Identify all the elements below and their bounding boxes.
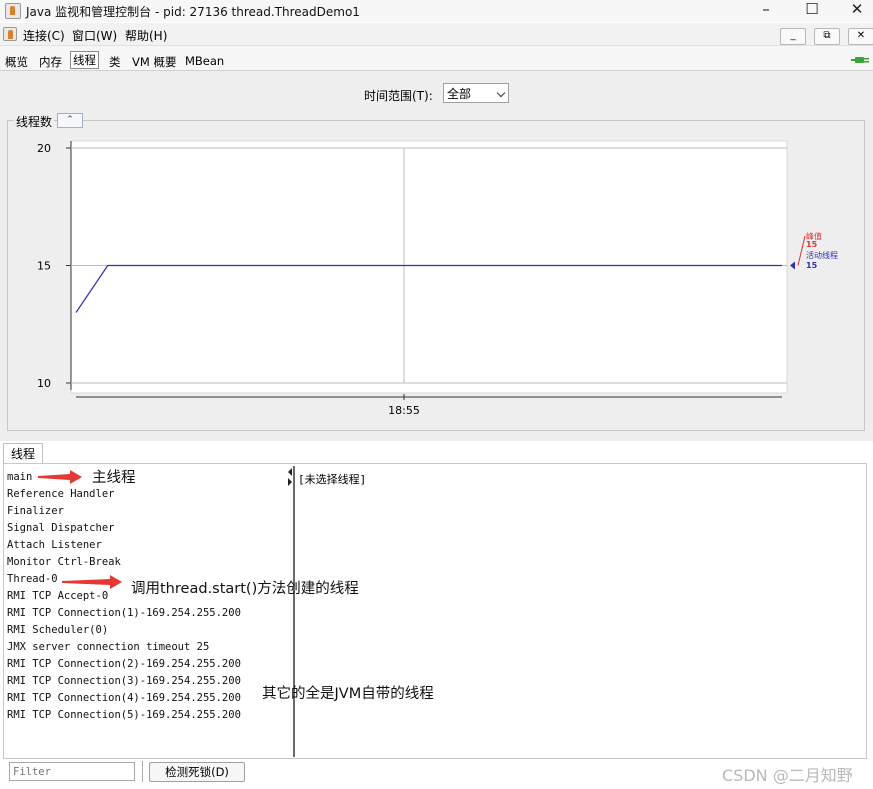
x-tick-label: 18:55 — [388, 404, 420, 417]
thread-list-item[interactable]: Thread-0 — [7, 573, 58, 585]
split-pane-divider[interactable] — [293, 466, 295, 757]
y-tick-label: 15 — [37, 260, 51, 273]
thread-list-item[interactable]: RMI TCP Connection(1)-169.254.255.200 — [7, 607, 241, 619]
active-threads-line — [75, 264, 782, 313]
annotation-thread0: 调用thread.start()方法创建的线程 — [131, 581, 359, 597]
thread-count-chart: 10 15 20 — [37, 140, 806, 400]
legend-active-label: 活动线程 — [806, 251, 838, 260]
thread-list-item[interactable]: JMX server connection timeout 25 — [7, 641, 209, 653]
thread-list-item[interactable]: RMI Scheduler(0) — [7, 624, 108, 636]
annotation-main-thread: 主线程 — [92, 470, 136, 486]
arrow-left-icon[interactable] — [288, 468, 292, 476]
thread-list-item[interactable]: RMI TCP Connection(5)-169.254.255.200 — [7, 709, 241, 721]
thread-list-item[interactable]: RMI TCP Connection(3)-169.254.255.200 — [7, 675, 241, 687]
thread-filter-input[interactable] — [9, 762, 135, 781]
arrow-right-icon[interactable] — [288, 478, 292, 486]
y-tick-label: 20 — [37, 142, 51, 155]
thread-list-item[interactable]: RMI TCP Connection(4)-169.254.255.200 — [7, 692, 241, 704]
legend-active-marker — [790, 261, 795, 270]
plot-border — [70, 140, 788, 394]
separator — [142, 761, 143, 782]
thread-list-item[interactable]: RMI TCP Connection(2)-169.254.255.200 — [7, 658, 241, 670]
thread-detail-placeholder: [未选择线程] — [298, 473, 367, 486]
thread-list-item[interactable]: Finalizer — [7, 505, 64, 517]
thread-list-item[interactable]: Reference Handler — [7, 488, 114, 500]
detect-deadlock-button[interactable]: 检测死锁(D) — [149, 762, 245, 782]
thread-list-item[interactable]: RMI TCP Accept-0 — [7, 590, 108, 602]
threads-list-tab[interactable]: 线程 — [3, 443, 43, 464]
watermark: CSDN @二月知野 — [722, 766, 853, 785]
annotation-jvm-threads: 其它的全是JVM自带的线程 — [262, 686, 434, 702]
legend-active-value: 15 — [806, 261, 818, 270]
legend-peak-value: 15 — [806, 240, 818, 249]
y-tick-label: 10 — [37, 377, 51, 390]
thread-list-item[interactable]: Signal Dispatcher — [7, 522, 114, 534]
thread-list-item[interactable]: Attach Listener — [7, 539, 102, 551]
thread-list-item[interactable]: Monitor Ctrl-Break — [7, 556, 121, 568]
thread-list-item[interactable]: main — [7, 471, 32, 483]
legend-peak-marker — [797, 235, 806, 266]
